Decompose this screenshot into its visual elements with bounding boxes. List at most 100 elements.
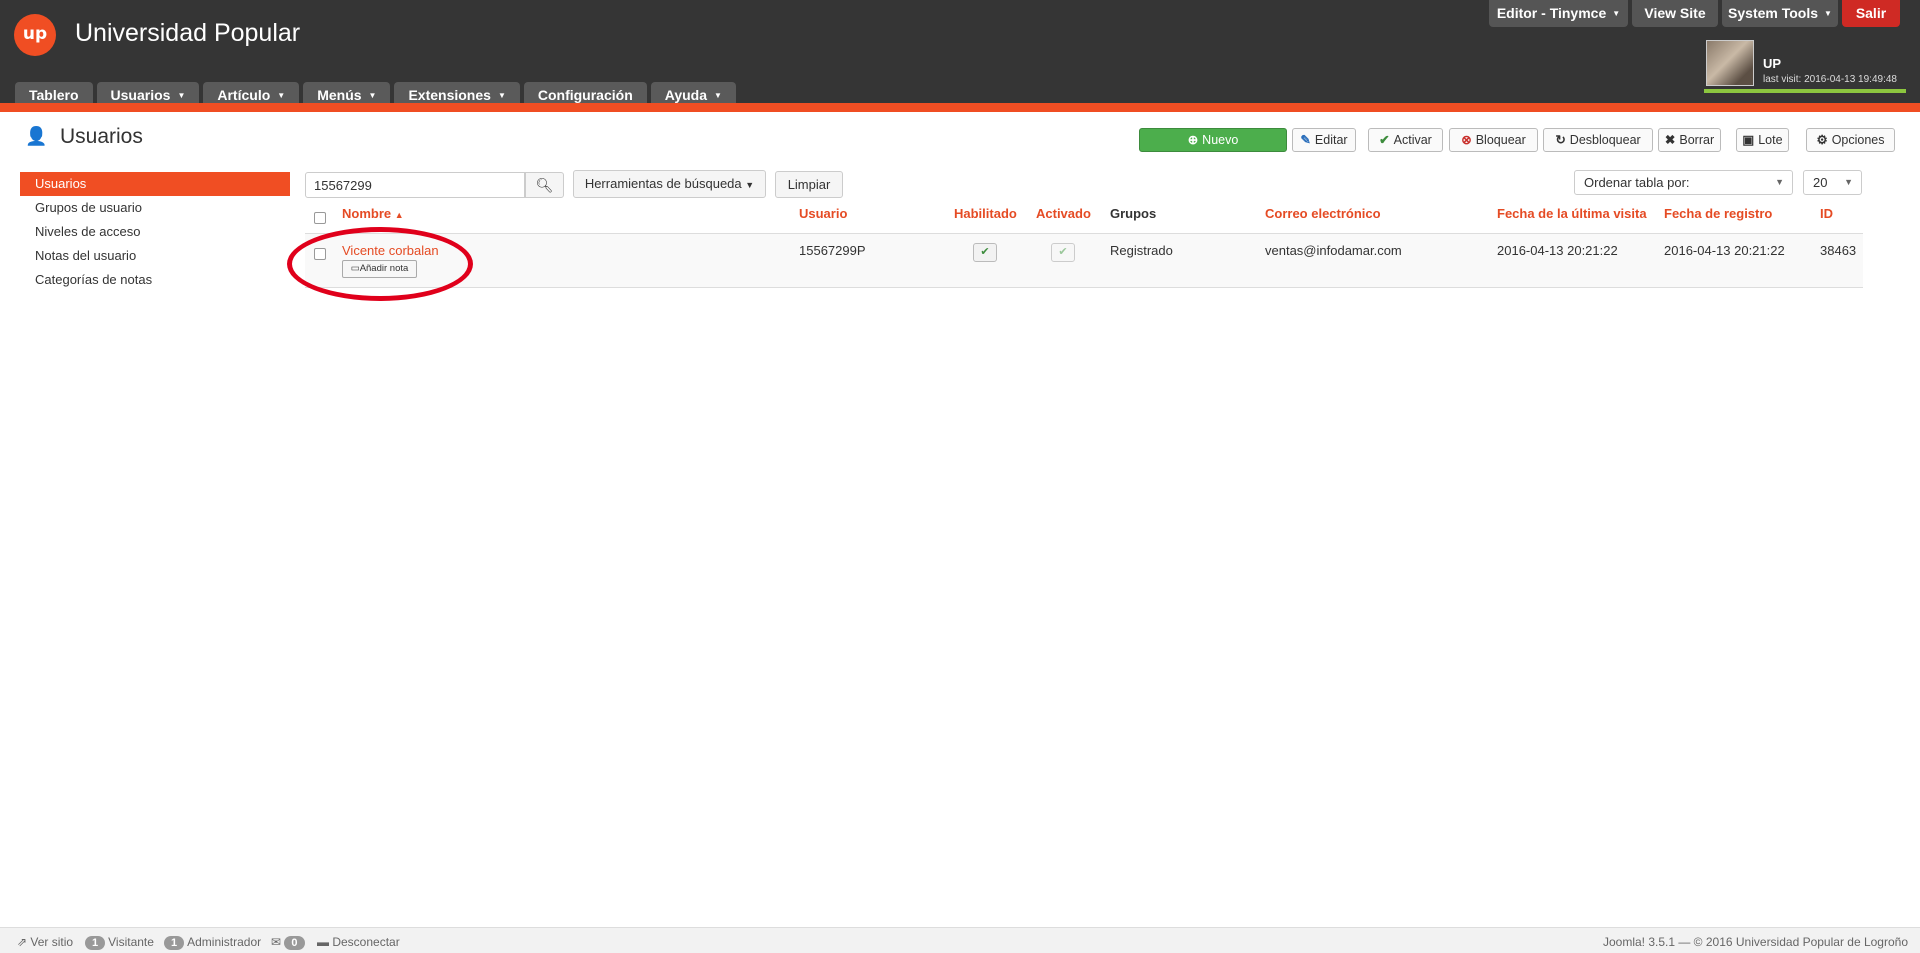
select-all-checkbox[interactable]	[314, 212, 326, 224]
cell-groups: Registrado	[1110, 243, 1173, 258]
visitors-count-badge: 1	[85, 936, 106, 950]
activated-check-icon: ✔	[1051, 243, 1075, 262]
th-activated[interactable]: Activado	[1036, 206, 1091, 221]
caret-down-icon: ▼	[177, 91, 186, 100]
editor-menu-label: Editor - Tinymce	[1496, 5, 1607, 21]
activate-button[interactable]: ✔ Activar	[1368, 128, 1443, 152]
search-tools-label: Herramientas de búsqueda	[584, 176, 742, 191]
th-username[interactable]: Usuario	[799, 206, 847, 221]
user-status-bar	[1704, 89, 1906, 93]
admins-count-badge: 1	[164, 936, 185, 950]
sidebar: Usuarios Grupos de usuario Niveles de ac…	[20, 172, 290, 292]
system-tools-button[interactable]: System Tools ▼	[1722, 0, 1838, 27]
external-link-icon: ⇗	[17, 935, 28, 949]
sidebar-item-usuarios[interactable]: Usuarios	[20, 172, 290, 196]
page-title: Usuarios	[60, 125, 143, 148]
batch-button[interactable]: ▣ Lote	[1736, 128, 1789, 152]
edit-icon: ✎	[1300, 133, 1311, 147]
sidebar-item-categorias[interactable]: Categorías de notas	[20, 268, 290, 292]
footer-copyright: Joomla! 3.5.1 — © 2016 Universidad Popul…	[1602, 935, 1908, 949]
nav-label: Menús	[317, 87, 362, 103]
search-tools-button[interactable]: Herramientas de búsqueda ▼	[573, 170, 766, 198]
block-label: Bloquear	[1475, 133, 1526, 147]
refresh-icon: ↻	[1555, 133, 1566, 147]
cell-registered: 2016-04-13 20:21:22	[1664, 243, 1785, 258]
editor-menu-button[interactable]: Editor - Tinymce ▼	[1489, 0, 1628, 27]
block-button[interactable]: ⊗ Bloquear	[1449, 128, 1538, 152]
caret-down-icon: ▼	[277, 91, 286, 100]
plus-circle-icon: ⊕	[1187, 133, 1199, 147]
sidebar-item-niveles[interactable]: Niveles de acceso	[20, 220, 290, 244]
delete-button[interactable]: ✖ Borrar	[1658, 128, 1721, 152]
caret-down-icon: ▼	[714, 91, 722, 100]
footer-admins: 1 Administrador	[164, 935, 261, 950]
block-icon: ⊗	[1461, 133, 1472, 147]
delete-label: Borrar	[1679, 133, 1715, 147]
search-button[interactable]: 🔍︎	[525, 172, 564, 198]
check-icon: ✔	[1379, 133, 1390, 147]
new-button[interactable]: ⊕ Nuevo	[1139, 128, 1287, 152]
avatar[interactable]	[1706, 40, 1754, 86]
edit-button[interactable]: ✎ Editar	[1292, 128, 1356, 152]
batch-label: Lote	[1758, 133, 1783, 147]
user-last-visit: last visit: 2016-04-13 19:49:48	[1763, 74, 1897, 85]
sidebar-item-notas[interactable]: Notas del usuario	[20, 244, 290, 268]
limit-select[interactable]: 20 ▼	[1803, 170, 1862, 195]
logout-button[interactable]: Salir	[1842, 0, 1900, 27]
nav-label: Configuración	[537, 87, 633, 103]
minus-icon: ▬	[317, 935, 329, 949]
nav-label: Ayuda	[664, 87, 708, 103]
order-select-value: Ordenar tabla por:	[1584, 175, 1690, 190]
th-id[interactable]: ID	[1820, 206, 1833, 221]
batch-icon: ▣	[1742, 133, 1755, 147]
nav-label: Extensiones	[408, 87, 491, 103]
highlight-annotation-ellipse	[287, 227, 473, 301]
th-groups: Grupos	[1110, 206, 1157, 221]
caret-down-icon: ▼	[497, 91, 506, 100]
enabled-check-icon[interactable]: ✔	[973, 243, 997, 262]
th-name-label: Nombre	[342, 206, 392, 221]
cell-last-visit: 2016-04-13 20:21:22	[1497, 243, 1618, 258]
options-button[interactable]: ⚙ Opciones	[1806, 128, 1895, 152]
search-input[interactable]	[305, 172, 525, 198]
caret-down-icon: ▼	[1612, 9, 1621, 18]
new-label: Nuevo	[1202, 133, 1239, 147]
th-last-visit[interactable]: Fecha de la última visita	[1497, 206, 1647, 221]
view-site-button[interactable]: View Site	[1632, 0, 1718, 27]
caret-down-icon: ▼	[1775, 177, 1784, 187]
th-registered[interactable]: Fecha de registro	[1664, 206, 1772, 221]
system-tools-label: System Tools	[1728, 5, 1819, 21]
footer-view-site-label: Ver sitio	[30, 935, 74, 949]
limit-select-value: 20	[1813, 175, 1828, 190]
unblock-button[interactable]: ↻ Desbloquear	[1543, 128, 1653, 152]
th-name[interactable]: Nombre ▲	[342, 206, 404, 221]
options-label: Opciones	[1831, 133, 1885, 147]
th-enabled[interactable]: Habilitado	[954, 206, 1017, 221]
caret-down-icon: ▼	[368, 91, 377, 100]
caret-down-icon: ▼	[1844, 177, 1853, 187]
footer-messages[interactable]: ✉ 0	[271, 935, 308, 950]
cell-id: 38463	[1820, 243, 1857, 258]
clear-button[interactable]: Limpiar	[775, 171, 843, 198]
th-email[interactable]: Correo electrónico	[1265, 206, 1381, 221]
nav-label: Usuarios	[110, 87, 171, 103]
footer-logout[interactable]: ▬ Desconectar	[317, 935, 400, 949]
header-accent-stripe	[0, 103, 1920, 112]
caret-down-icon: ▼	[745, 180, 755, 190]
caret-down-icon: ▼	[1824, 9, 1832, 18]
activate-label: Activar	[1393, 133, 1432, 147]
search-icon: 🔍︎	[535, 177, 554, 193]
unblock-label: Desbloquear	[1569, 133, 1641, 147]
admins-label: Administrador	[187, 935, 262, 949]
delete-icon: ✖	[1664, 133, 1676, 147]
footer-visitors: 1 Visitante	[85, 935, 154, 950]
site-title: Universidad Popular	[75, 19, 301, 47]
messages-count-badge: 0	[284, 936, 305, 950]
site-logo[interactable]: up	[14, 14, 56, 56]
order-select[interactable]: Ordenar tabla por: ▼	[1574, 170, 1793, 195]
header: up Universidad Popular Editor - Tinymce ▼…	[0, 0, 1920, 110]
mail-icon: ✉	[271, 935, 282, 949]
footer-view-site[interactable]: ⇗ Ver sitio	[17, 935, 73, 949]
sidebar-item-grupos[interactable]: Grupos de usuario	[20, 196, 290, 220]
edit-label: Editar	[1314, 133, 1348, 147]
